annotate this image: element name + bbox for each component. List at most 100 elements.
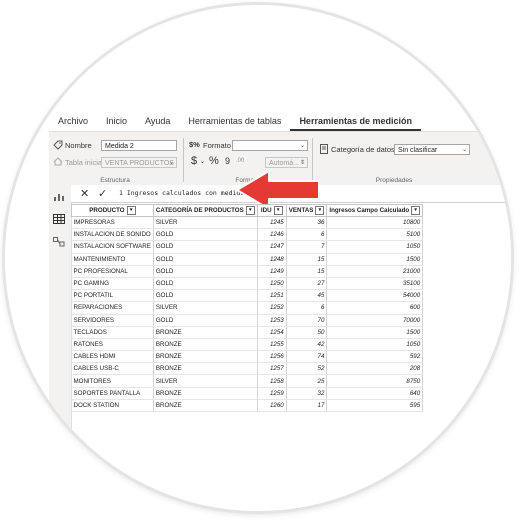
table-cell[interactable]: BRONZE (153, 387, 258, 400)
table-cell[interactable]: 42 (286, 338, 328, 352)
table-cell[interactable]: 1251 (257, 289, 287, 303)
table-cell[interactable]: 50 (286, 326, 328, 339)
column-filter-icon[interactable]: ▾ (126, 206, 136, 215)
table-cell[interactable]: 1250 (257, 277, 287, 291)
column-filter-icon[interactable]: ▾ (411, 206, 421, 215)
table-cell[interactable]: PC PROFESIONAL (71, 265, 154, 278)
column-header-categoria[interactable]: CATEGORÍA DE PRODUCTOS ▾ (152, 204, 258, 217)
table-cell[interactable]: SILVER (153, 374, 258, 388)
table-cell[interactable]: GOLD (153, 253, 258, 266)
column-filter-icon[interactable]: ▾ (315, 206, 325, 215)
table-cell[interactable]: 74 (286, 350, 328, 364)
table-cell[interactable]: PC PORTATIL (71, 289, 154, 303)
table-cell[interactable]: MONITORES (71, 374, 154, 388)
table-cell[interactable]: TECLADOS (71, 326, 154, 339)
table-cell[interactable]: DOCK STATION (71, 399, 154, 413)
table-cell[interactable]: 15 (286, 253, 328, 266)
home-table-dropdown[interactable]: VENTA PRODUCTOS ⌄ (101, 157, 177, 168)
table-cell[interactable]: 5100 (326, 228, 424, 242)
table-cell[interactable]: 32 (286, 387, 328, 400)
column-filter-icon[interactable]: ▾ (273, 206, 283, 215)
table-cell[interactable]: BRONZE (153, 399, 258, 413)
table-cell[interactable]: BRONZE (153, 338, 258, 352)
table-cell[interactable]: BRONZE (153, 350, 258, 364)
table-cell[interactable]: MANTENIMIENTO (71, 253, 154, 266)
table-cell[interactable]: 1258 (257, 374, 287, 388)
column-header-idu[interactable]: IDU ▾ (256, 204, 287, 217)
table-cell[interactable]: BRONZE (153, 362, 258, 376)
table-cell[interactable]: SILVER (153, 301, 258, 315)
table-cell[interactable]: 15 (286, 265, 328, 278)
table-cell[interactable]: 592 (326, 350, 424, 364)
table-cell[interactable]: 595 (326, 399, 424, 413)
data-view-icon[interactable] (53, 214, 65, 224)
report-view-icon[interactable] (53, 192, 65, 202)
table-cell[interactable]: INSTALACION SOFTWARE (71, 240, 154, 254)
check-icon[interactable]: ✓ (98, 187, 107, 200)
model-view-icon[interactable] (53, 237, 65, 247)
table-cell[interactable]: 600 (326, 301, 424, 315)
tab-herramientas-tablas[interactable]: Herramientas de tablas (179, 116, 290, 131)
table-cell[interactable]: INSTALACION DE SONIDO (71, 228, 154, 242)
table-cell[interactable]: 54000 (326, 289, 424, 303)
column-header-ventas[interactable]: VENTAS ▾ (285, 204, 328, 217)
table-cell[interactable]: 1249 (257, 265, 287, 278)
table-cell[interactable]: IMPRESORAS (71, 216, 154, 230)
table-cell[interactable]: 10800 (326, 216, 424, 230)
table-cell[interactable]: 1500 (326, 253, 424, 266)
currency-chevron-icon[interactable]: ⌄ (200, 158, 205, 165)
table-cell[interactable]: PC GAMING (71, 277, 154, 291)
table-cell[interactable]: 640 (326, 387, 424, 400)
table-cell[interactable]: BRONZE (153, 326, 258, 339)
table-cell[interactable]: 1260 (257, 399, 287, 413)
currency-button[interactable]: $ (191, 155, 197, 167)
table-cell[interactable]: REPARACIONES (71, 301, 154, 315)
table-cell[interactable]: 6 (286, 228, 328, 242)
format-dropdown[interactable]: ⌄ (232, 140, 308, 151)
table-cell[interactable]: 27 (286, 277, 328, 291)
table-cell[interactable]: 1248 (257, 253, 287, 266)
table-cell[interactable]: 70000 (326, 314, 424, 327)
table-cell[interactable]: GOLD (153, 314, 258, 327)
table-cell[interactable]: 1246 (257, 228, 287, 242)
table-cell[interactable]: 1254 (257, 326, 287, 339)
table-cell[interactable]: 36 (286, 216, 328, 230)
table-cell[interactable]: 45 (286, 289, 328, 303)
table-cell[interactable]: 8750 (326, 374, 424, 388)
comma-style-button[interactable]: 9 (225, 156, 230, 166)
table-cell[interactable]: CABLES USB-C (71, 362, 154, 376)
tab-inicio[interactable]: Inicio (97, 116, 136, 131)
table-cell[interactable]: GOLD (153, 289, 258, 303)
table-cell[interactable]: 1253 (257, 314, 287, 327)
data-category-dropdown[interactable]: Sin clasificar ⌄ (394, 144, 470, 155)
table-cell[interactable]: SILVER (153, 216, 258, 230)
name-field[interactable]: Medida 2 (101, 140, 177, 151)
table-cell[interactable]: 21000 (326, 265, 424, 278)
table-cell[interactable]: 1050 (326, 240, 424, 254)
table-cell[interactable]: SERVIDORES (71, 314, 154, 327)
table-cell[interactable]: 1500 (326, 326, 424, 339)
table-cell[interactable]: 1050 (326, 338, 424, 352)
table-cell[interactable]: 70 (286, 314, 328, 327)
table-cell[interactable]: 1245 (257, 216, 287, 230)
column-filter-icon[interactable]: ▾ (245, 206, 255, 215)
table-cell[interactable]: 7 (286, 240, 328, 254)
close-icon[interactable]: ✕ (80, 187, 89, 200)
table-cell[interactable]: 1257 (257, 362, 287, 376)
table-cell[interactable]: 1247 (257, 240, 287, 254)
table-cell[interactable]: CABLES HDMI (71, 350, 154, 364)
table-cell[interactable]: 35100 (326, 277, 424, 291)
table-cell[interactable]: SOPORTES PANTALLA (71, 387, 154, 400)
table-cell[interactable]: GOLD (153, 277, 258, 291)
tab-archivo[interactable]: Archivo (49, 116, 97, 131)
table-cell[interactable]: 6 (286, 301, 328, 315)
table-cell[interactable]: 208 (326, 362, 424, 376)
table-cell[interactable]: 17 (286, 399, 328, 413)
table-cell[interactable]: 1256 (257, 350, 287, 364)
decimals-button[interactable]: .00 (236, 158, 244, 164)
column-header-ingresos[interactable]: Ingresos Campo Calculado ▾ (326, 204, 424, 217)
table-cell[interactable]: GOLD (153, 240, 258, 254)
table-cell[interactable]: RATONES (71, 338, 154, 352)
table-cell[interactable]: 25 (286, 374, 328, 388)
percent-button[interactable]: % (209, 155, 219, 167)
